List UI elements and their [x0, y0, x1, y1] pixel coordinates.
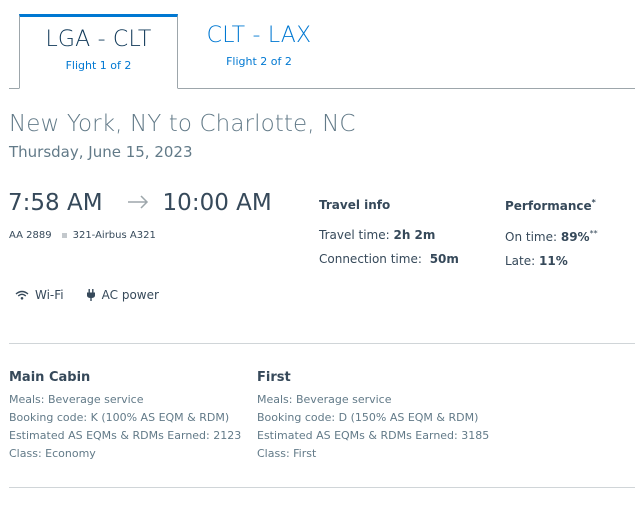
connection-time-value: 50m	[429, 252, 459, 266]
aircraft-type: 321-Airbus A321	[72, 230, 156, 241]
connection-time-row: Connection time: 50m	[319, 252, 459, 266]
divider	[9, 343, 635, 344]
ac-power-label: AC power	[101, 288, 159, 302]
travel-time-label: Travel time:	[319, 228, 390, 242]
travel-time-value: 2h 2m	[393, 228, 436, 242]
cabin-class: Class: Economy	[9, 447, 96, 460]
on-time-label: On time:	[505, 230, 558, 244]
late-row: Late: 11%	[505, 254, 598, 268]
amenity-ac-power: AC power	[86, 288, 159, 302]
on-time-value: 89%	[560, 230, 590, 244]
travel-time-row: Travel time: 2h 2m	[319, 228, 459, 242]
performance: Performance* On time: 89%** Late: 11%	[505, 198, 598, 268]
performance-title: Performance*	[505, 198, 596, 213]
cabin-booking-code: Booking code: D (150% AS EQM & RDM)	[257, 411, 479, 424]
amenities: Wi-Fi AC power	[15, 288, 181, 302]
cabin-estimated-earned: Estimated AS EQMs & RDMs Earned: 2123	[9, 429, 242, 442]
late-label: Late:	[505, 254, 536, 268]
cabin-first: First Meals: Beverage service Booking co…	[257, 370, 489, 463]
wifi-label: Wi-Fi	[35, 288, 64, 302]
late-value: 11%	[539, 254, 568, 268]
flight-details: AA 2889 321-Airbus A321	[9, 230, 156, 241]
wifi-icon	[15, 290, 29, 300]
cabin-class: Class: First	[257, 447, 317, 460]
tab-route: LGA - CLT	[45, 27, 152, 52]
cabin-booking-code: Booking code: K (100% AS EQM & RDM)	[9, 411, 230, 424]
travel-info-title: Travel info	[319, 198, 391, 212]
page-title: New York, NY to Charlotte, NC	[9, 111, 356, 137]
travel-info: Travel info Travel time: 2h 2m Connectio…	[319, 198, 459, 266]
flight-times: 7:58 AM 10:00 AM	[8, 190, 272, 216]
amenity-wifi: Wi-Fi	[15, 288, 64, 302]
cabin-meals: Meals: Beverage service	[257, 393, 392, 406]
flight-number: AA 2889	[9, 230, 52, 241]
separator-icon	[61, 233, 67, 238]
footnote-mark: **	[589, 229, 598, 238]
cabin-estimated-earned: Estimated AS EQMs & RDMs Earned: 3185	[257, 429, 490, 442]
depart-time: 7:58 AM	[8, 190, 103, 216]
connection-time-label: Connection time:	[319, 252, 422, 266]
cabin-meals: Meals: Beverage service	[9, 393, 144, 406]
power-plug-icon	[86, 289, 95, 301]
arrow-right-icon	[127, 192, 149, 214]
cabin-main: Main Cabin Meals: Beverage service Booki…	[9, 370, 241, 463]
tab-flight-2[interactable]: CLT - LAX Flight 2 of 2	[179, 14, 339, 89]
divider	[9, 487, 635, 488]
tab-flight-1[interactable]: LGA - CLT Flight 1 of 2	[19, 14, 178, 89]
tab-subtitle: Flight 2 of 2	[226, 55, 292, 68]
cabin-title: Main Cabin	[9, 370, 91, 385]
flight-date: Thursday, June 15, 2023	[9, 143, 193, 161]
arrive-time: 10:00 AM	[162, 190, 272, 216]
on-time-row: On time: 89%**	[505, 229, 598, 244]
tab-route: CLT - LAX	[206, 23, 312, 48]
tab-subtitle: Flight 1 of 2	[65, 59, 132, 72]
cabin-title: First	[257, 370, 291, 385]
footnote-mark: *	[591, 198, 596, 207]
flight-tabs: LGA - CLT Flight 1 of 2 CLT - LAX Flight…	[9, 14, 635, 89]
